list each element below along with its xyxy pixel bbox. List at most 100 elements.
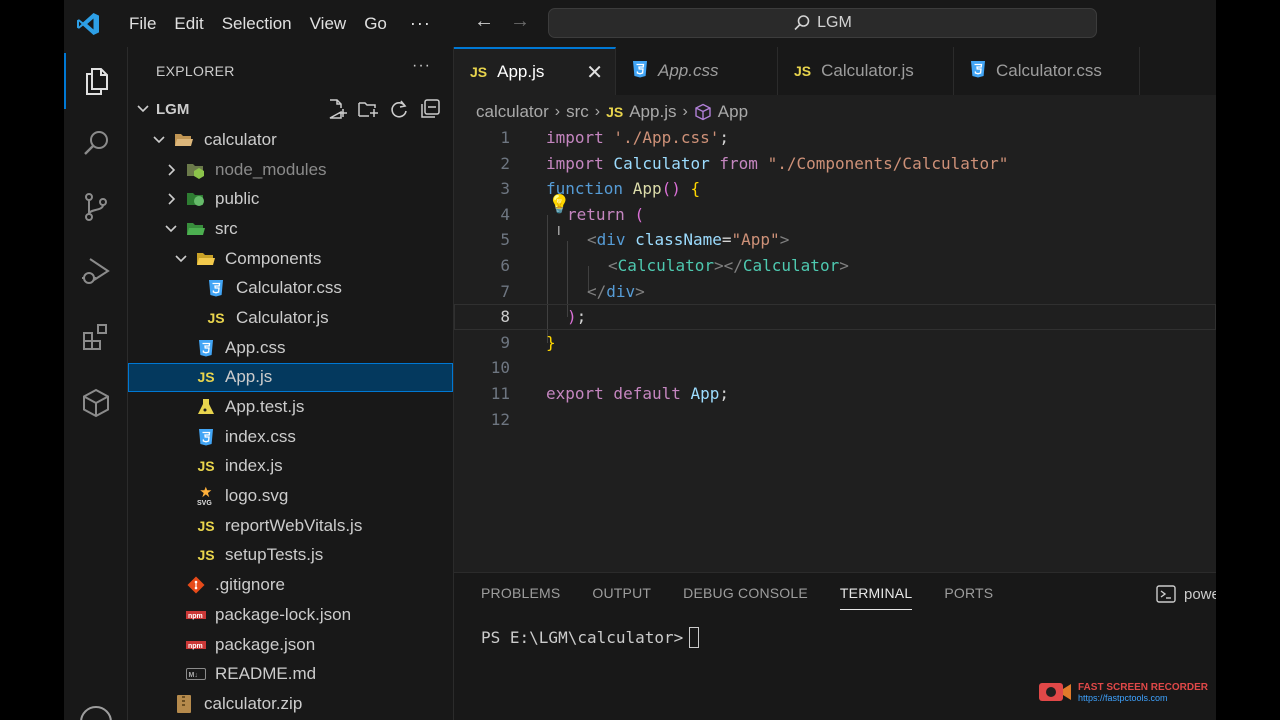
package-icon	[83, 388, 109, 418]
tree-item-label: App.css	[225, 337, 286, 357]
new-folder-icon[interactable]	[357, 98, 379, 120]
activity-package[interactable]	[64, 375, 128, 431]
file-item[interactable]: App.test.js	[128, 392, 453, 422]
editor-tab[interactable]: App.css	[616, 47, 778, 95]
panel-tab-output[interactable]: OUTPUT	[592, 585, 651, 610]
folder-item[interactable]: src	[128, 214, 453, 244]
file-item[interactable]: npm package.json	[128, 630, 453, 660]
workspace-root-label: LGM	[156, 100, 190, 118]
code-line: 11 export default App;	[490, 383, 730, 403]
file-item[interactable]: Calculator.css	[128, 273, 453, 303]
tab-label: Calculator.js	[821, 61, 914, 80]
tree-item-label: setupTests.js	[225, 545, 324, 565]
new-file-icon[interactable]	[326, 98, 348, 120]
css-file-icon	[209, 280, 223, 297]
watermark-title: FAST SCREEN RECORDER	[1078, 681, 1209, 693]
zip-file-icon	[177, 694, 191, 713]
close-icon[interactable]: ✕	[586, 60, 603, 85]
file-item[interactable]: JS App.js	[128, 362, 453, 393]
menu-selection[interactable]: Selection	[213, 0, 301, 47]
activity-run-debug[interactable]	[64, 243, 128, 299]
svg-text:npm: npm	[188, 613, 203, 620]
code-editor[interactable]: 1 import './App.css'; 2 import Calculator …	[454, 125, 1216, 432]
terminal-selector[interactable]: powe	[1156, 585, 1216, 603]
chevron-down-icon	[153, 136, 165, 143]
breadcrumb-item-symbol[interactable]: App	[718, 102, 748, 122]
file-item[interactable]: M↓ README.md	[128, 659, 453, 689]
editor-tabs: JS App.js ✕ App.css JS Calculator.js Calculato…	[454, 47, 1216, 95]
tab-label: App.css	[658, 61, 719, 80]
code-line: 10	[490, 358, 510, 378]
file-item[interactable]: JS setupTests.js	[128, 541, 453, 571]
breadcrumb-item-file[interactable]: App.js	[629, 102, 676, 122]
js-file-icon: JS	[197, 458, 215, 475]
code-line: 2 import Calculator from "./Components/Ca…	[500, 153, 1009, 173]
activity-source-control[interactable]	[64, 179, 128, 235]
menu-go[interactable]: Go	[355, 0, 396, 47]
svg-file-icon: SVG	[197, 486, 212, 506]
command-center-search[interactable]: LGM	[548, 8, 1097, 38]
file-item[interactable]: JS Calculator.js	[128, 303, 453, 333]
menu-view[interactable]: View	[301, 0, 356, 47]
code-line: 1 import './App.css';	[500, 128, 730, 147]
folder-item[interactable]: public	[128, 184, 453, 214]
public-folder-icon	[187, 193, 204, 207]
explorer-icon	[86, 68, 108, 95]
search-icon	[794, 15, 810, 31]
menu-more-icon[interactable]: ···	[396, 13, 445, 34]
breadcrumb-item-src[interactable]: src	[566, 102, 589, 122]
menu-edit[interactable]: Edit	[165, 0, 212, 47]
workspace-root[interactable]: LGM	[128, 95, 454, 123]
markdown-file-icon: M↓	[186, 668, 206, 681]
tree-item-label: public	[215, 189, 260, 209]
folder-item[interactable]: calculator	[128, 125, 453, 155]
tree-item-label: Calculator.css	[236, 278, 342, 298]
node-folder-icon	[187, 163, 204, 179]
code-line: 7 </div>	[500, 281, 645, 301]
file-item[interactable]: SVG logo.svg	[128, 481, 453, 511]
nav-forward-icon[interactable]: →	[510, 10, 530, 33]
editor-tab[interactable]: JS App.js ✕	[454, 47, 616, 95]
code-line: 6 <Calculator></Calculator>	[500, 255, 849, 275]
folder-item[interactable]: node_modules	[128, 155, 453, 185]
breadcrumb-item-calculator[interactable]: calculator	[476, 102, 549, 122]
tree-item-label: App.js	[225, 367, 273, 387]
activity-extensions[interactable]	[64, 309, 128, 365]
panel-tabs: PROBLEMS OUTPUT DEBUG CONSOLE TERMINAL P…	[481, 585, 993, 610]
panel-tab-terminal[interactable]: TERMINAL	[839, 585, 913, 610]
tree-item-label: package.json	[215, 634, 316, 654]
activity-search[interactable]	[64, 115, 128, 171]
js-file-icon: JS	[794, 63, 812, 79]
menu-bar: File Edit Selection View Go ···	[120, 0, 445, 47]
folder-open-icon	[175, 133, 193, 146]
tree-item-label: README.md	[215, 664, 317, 684]
folder-item[interactable]: Components	[128, 244, 453, 274]
collapse-all-icon[interactable]	[419, 98, 441, 120]
js-file-icon: JS	[207, 309, 225, 326]
terminal-prompt[interactable]: PS E:\LGM\calculator>	[481, 627, 700, 648]
panel-tab-problems[interactable]: PROBLEMS	[481, 585, 560, 610]
panel-tab-debug-console[interactable]: DEBUG CONSOLE	[683, 585, 808, 610]
file-item[interactable]: App.css	[128, 333, 453, 363]
lightbulb-icon[interactable]: 💡	[548, 194, 570, 215]
menu-file[interactable]: File	[120, 0, 165, 47]
explorer-more-icon[interactable]: ···	[412, 57, 431, 75]
css-file-icon	[199, 428, 213, 446]
refresh-icon[interactable]	[388, 98, 410, 120]
tab-label: Calculator.css	[996, 61, 1102, 80]
editor-tab[interactable]: Calculator.css	[954, 47, 1140, 95]
editor-tab[interactable]: JS Calculator.js	[778, 47, 954, 95]
chevron-down-icon	[137, 105, 149, 113]
file-item[interactable]: JS reportWebVitals.js	[128, 511, 453, 541]
file-item[interactable]: index.css	[128, 422, 453, 452]
file-item[interactable]: npm package-lock.json	[128, 600, 453, 630]
panel-tab-ports[interactable]: PORTS	[944, 585, 993, 610]
activity-explorer[interactable]	[64, 53, 128, 109]
terminal-cursor	[689, 627, 700, 648]
file-item[interactable]: JS index.js	[128, 452, 453, 482]
terminal-name: powe	[1184, 585, 1216, 603]
file-item[interactable]: .gitignore	[128, 570, 453, 600]
nav-back-icon[interactable]: ←	[474, 10, 494, 33]
tab-label: App.js	[497, 62, 545, 81]
file-item[interactable]: calculator.zip	[128, 689, 453, 719]
